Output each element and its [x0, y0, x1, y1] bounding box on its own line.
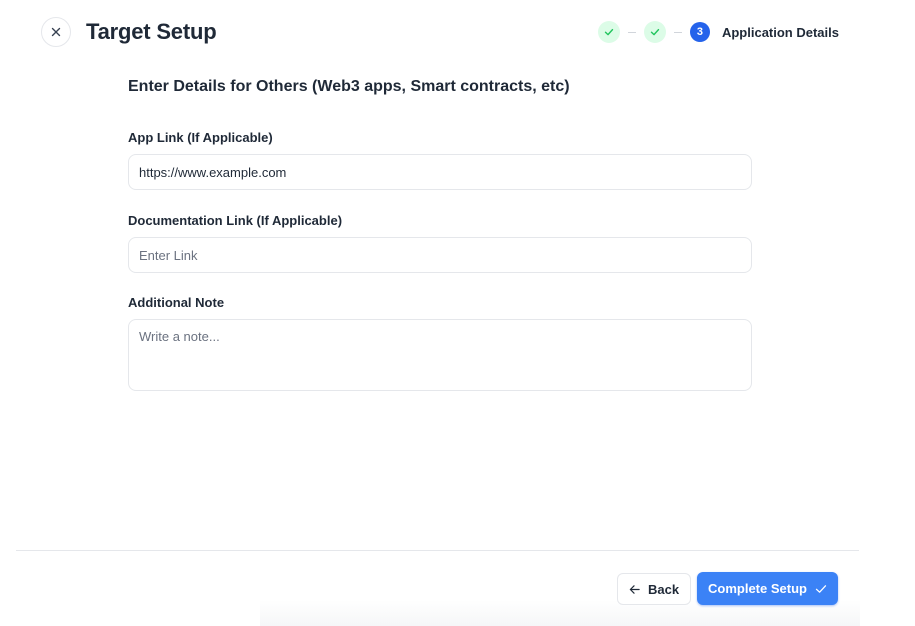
target-setup-page: Target Setup 3 Application Details Enter… — [0, 0, 915, 626]
documentation-link-label: Documentation Link (If Applicable) — [128, 213, 343, 228]
step-3-current: 3 — [689, 22, 710, 42]
documentation-link-input[interactable] — [128, 237, 752, 273]
check-icon — [815, 584, 827, 593]
complete-setup-button[interactable]: Complete Setup — [697, 572, 838, 605]
section-title: Enter Details for Others (Web3 apps, Sma… — [128, 78, 570, 95]
back-button-label: Back — [648, 581, 680, 597]
additional-note-label: Additional Note — [128, 295, 225, 310]
close-button[interactable] — [41, 17, 71, 47]
step-separator — [627, 31, 636, 33]
app-link-label: App Link (If Applicable) — [128, 130, 273, 145]
complete-setup-label: Complete Setup — [708, 581, 807, 596]
page-title: Target Setup — [86, 19, 217, 44]
step-2-complete — [643, 21, 666, 43]
additional-note-textarea[interactable] — [128, 319, 752, 391]
step-1-complete — [597, 21, 620, 43]
check-icon — [604, 28, 614, 36]
step-separator — [673, 31, 682, 33]
back-button[interactable]: Back — [617, 573, 692, 605]
close-icon — [51, 27, 61, 37]
app-link-input[interactable] — [128, 154, 752, 190]
current-step-label: Application Details — [721, 24, 839, 40]
progress-stepper: 3 Application Details — [597, 21, 839, 43]
check-icon — [650, 28, 660, 36]
footer-divider — [16, 550, 859, 551]
arrow-left-icon — [629, 584, 640, 594]
